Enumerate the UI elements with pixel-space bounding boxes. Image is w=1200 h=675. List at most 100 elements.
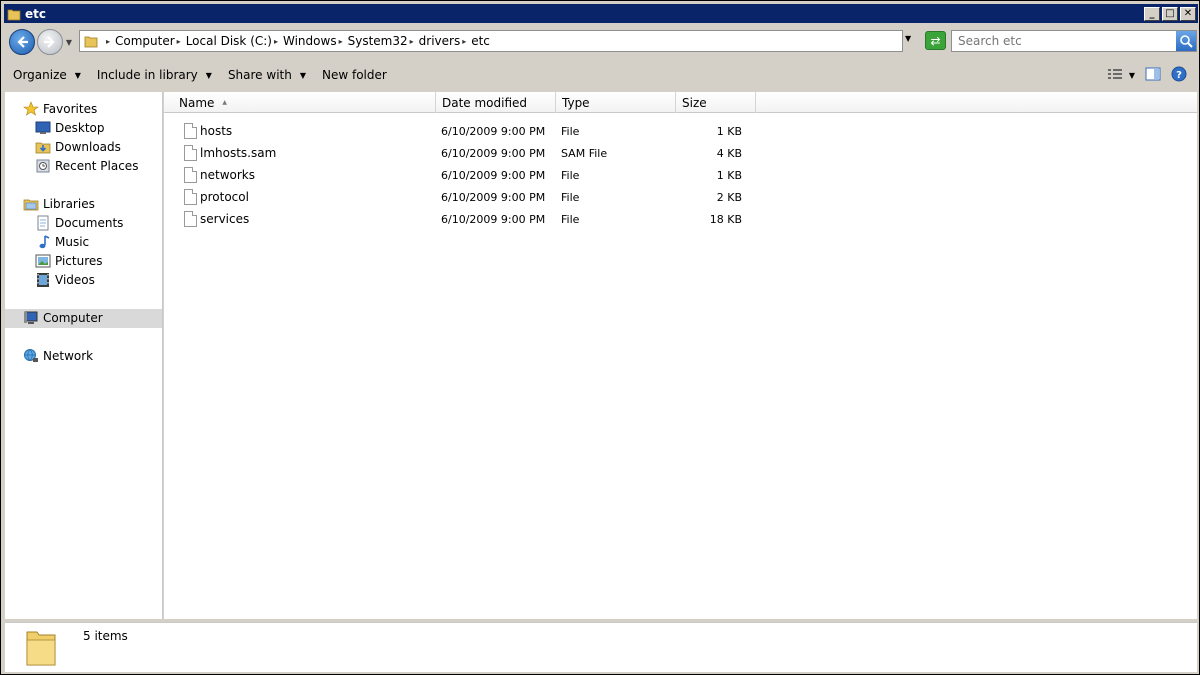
file-size: 4 KB xyxy=(716,146,742,160)
chevron-down-icon: ▼ xyxy=(299,70,306,80)
file-type: File xyxy=(561,124,580,138)
title-bar[interactable]: etc _ □ ✕ xyxy=(4,4,1198,23)
preview-pane-icon xyxy=(1145,67,1161,80)
star-icon xyxy=(23,101,39,117)
music-note-icon xyxy=(35,234,51,250)
file-date: 6/10/2009 9:00 PM xyxy=(441,124,546,138)
column-header-date-modified[interactable]: Date modified xyxy=(436,92,556,113)
nav-item-pictures[interactable]: Pictures xyxy=(35,252,103,270)
chevron-down-icon: ▼ xyxy=(65,37,73,47)
file-date: 6/10/2009 9:00 PM xyxy=(441,212,546,226)
search-button[interactable] xyxy=(1176,31,1196,51)
breadcrumb-item-system32[interactable]: System32 ▸ xyxy=(348,34,419,48)
file-size: 1 KB xyxy=(716,124,742,138)
file-icon xyxy=(184,145,197,161)
address-history-dropdown[interactable]: ▼ xyxy=(905,34,911,43)
nav-item-desktop[interactable]: Desktop xyxy=(35,119,105,137)
details-view-icon xyxy=(1107,68,1122,79)
search-icon xyxy=(1180,35,1193,48)
folder-icon xyxy=(26,631,56,666)
file-name: hosts xyxy=(200,124,233,138)
new-folder-button[interactable]: New folder xyxy=(314,63,395,87)
search-box[interactable] xyxy=(951,30,1197,52)
maximize-button[interactable]: □ xyxy=(1162,6,1178,21)
file-icon xyxy=(184,211,197,227)
nav-item-libraries[interactable]: Libraries xyxy=(23,195,95,213)
details-pane: 5 items xyxy=(5,622,1197,672)
breadcrumb-item-computer[interactable]: Computer ▸ xyxy=(115,34,186,48)
file-size: 18 KB xyxy=(709,212,742,226)
file-list: hosts 6/10/2009 9:00 PM File 1 KB lmhost… xyxy=(164,120,1197,230)
breadcrumb-item-local-disk[interactable]: Local Disk (C:) ▸ xyxy=(186,34,283,48)
explorer-window: etc _ □ ✕ ▼ ▸ Computer ▸ Local Disk (C:)… xyxy=(0,0,1200,675)
folder-icon xyxy=(84,36,98,48)
file-row-hosts[interactable]: hosts 6/10/2009 9:00 PM File 1 KB xyxy=(164,120,1197,142)
column-header-row: Name ▲ Date modified Type Size xyxy=(164,92,1197,113)
file-row-lmhosts-sam[interactable]: lmhosts.sam 6/10/2009 9:00 PM SAM File 4… xyxy=(164,142,1197,164)
chevron-right-icon[interactable]: ▸ xyxy=(177,37,181,46)
chevron-right-icon[interactable]: ▸ xyxy=(274,37,278,46)
file-row-services[interactable]: services 6/10/2009 9:00 PM File 18 KB xyxy=(164,208,1197,230)
chevron-right-icon[interactable]: ▸ xyxy=(339,37,343,46)
file-size: 1 KB xyxy=(716,168,742,182)
help-icon: ? xyxy=(1171,66,1187,81)
file-name: networks xyxy=(200,168,255,182)
help-button[interactable]: ? xyxy=(1171,66,1187,85)
nav-item-recent-places[interactable]: Recent Places xyxy=(35,157,138,175)
recent-pages-dropdown[interactable]: ▼ xyxy=(64,32,74,52)
nav-item-videos[interactable]: Videos xyxy=(35,271,95,289)
file-date: 6/10/2009 9:00 PM xyxy=(441,190,546,204)
view-options-dropdown[interactable]: ▼ xyxy=(1129,71,1135,80)
column-header-name[interactable]: Name ▲ xyxy=(164,92,436,113)
file-row-protocol[interactable]: protocol 6/10/2009 9:00 PM File 2 KB xyxy=(164,186,1197,208)
file-icon xyxy=(184,167,197,183)
nav-item-documents[interactable]: Documents xyxy=(35,214,123,232)
column-header-size[interactable]: Size xyxy=(676,92,756,113)
include-in-library-button[interactable]: Include in library ▼ xyxy=(89,63,220,87)
search-input[interactable] xyxy=(952,32,1170,50)
nav-item-downloads[interactable]: Downloads xyxy=(35,138,121,156)
forward-button[interactable] xyxy=(37,29,63,55)
svg-text:?: ? xyxy=(1176,70,1182,81)
file-date: 6/10/2009 9:00 PM xyxy=(441,146,546,160)
breadcrumb-item-windows[interactable]: Windows ▸ xyxy=(283,34,348,48)
breadcrumb[interactable]: ▸ Computer ▸ Local Disk (C:) ▸ Windows ▸… xyxy=(79,30,903,52)
nav-item-music[interactable]: Music xyxy=(35,233,89,251)
chevron-right-icon[interactable]: ▸ xyxy=(462,37,466,46)
column-header-type[interactable]: Type xyxy=(556,92,676,113)
file-name: services xyxy=(200,212,250,226)
file-size: 2 KB xyxy=(716,190,742,204)
address-bar: ▼ ▸ Computer ▸ Local Disk (C:) ▸ Windows… xyxy=(5,27,1197,57)
organize-button[interactable]: Organize ▼ xyxy=(5,63,89,87)
computer-icon xyxy=(23,310,39,326)
file-name: lmhosts.sam xyxy=(200,146,277,160)
chevron-right-icon[interactable]: ▸ xyxy=(410,37,414,46)
change-view-button[interactable] xyxy=(1107,67,1123,84)
back-button[interactable] xyxy=(9,29,35,55)
file-row-networks[interactable]: networks 6/10/2009 9:00 PM File 1 KB xyxy=(164,164,1197,186)
command-bar: Organize ▼ Include in library ▼ Share wi… xyxy=(5,60,1197,90)
chevron-down-icon: ▼ xyxy=(74,70,81,80)
libraries-icon xyxy=(23,196,39,212)
refresh-button[interactable]: ⇄ xyxy=(925,31,946,50)
preview-pane-button[interactable] xyxy=(1145,67,1161,84)
breadcrumb-root-arrow[interactable]: ▸ xyxy=(104,37,115,46)
breadcrumb-item-drivers[interactable]: drivers ▸ xyxy=(419,34,472,48)
network-icon xyxy=(23,348,39,364)
share-with-button[interactable]: Share with ▼ xyxy=(220,63,314,87)
file-type: SAM File xyxy=(561,146,608,160)
file-icon xyxy=(184,189,197,205)
folder-icon xyxy=(7,9,21,20)
nav-item-favorites[interactable]: Favorites xyxy=(23,100,97,118)
sort-ascending-icon: ▲ xyxy=(222,99,228,106)
refresh-icon: ⇄ xyxy=(930,33,941,48)
item-count: 5 items xyxy=(83,629,128,643)
arrow-left-icon xyxy=(17,36,28,48)
file-type: File xyxy=(561,190,580,204)
nav-item-network[interactable]: Network xyxy=(23,347,93,365)
nav-item-computer[interactable]: Computer xyxy=(23,309,103,327)
breadcrumb-item-etc[interactable]: etc xyxy=(471,34,490,48)
file-type: File xyxy=(561,168,580,182)
close-button[interactable]: ✕ xyxy=(1180,6,1196,21)
minimize-button[interactable]: _ xyxy=(1144,6,1160,21)
